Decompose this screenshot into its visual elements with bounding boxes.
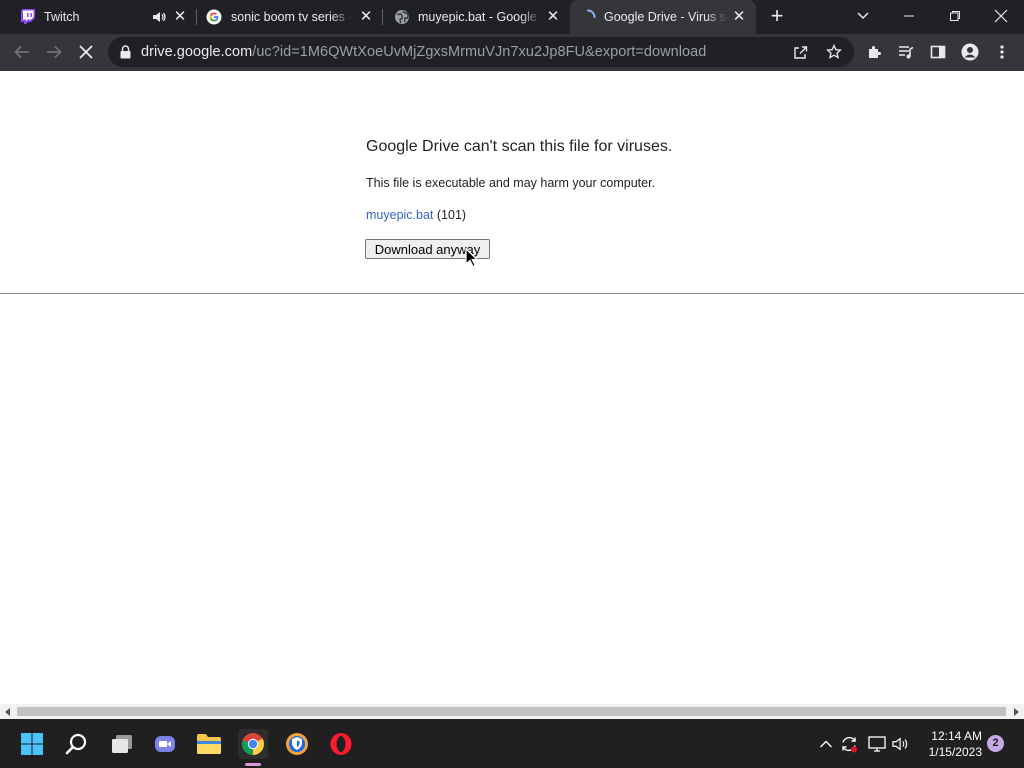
tab-fade — [520, 8, 542, 26]
close-tab-icon[interactable]: ✕ — [545, 9, 561, 25]
address-bar[interactable]: drive.google.com/uc?id=1M6QWtXoeUvMjZgxs… — [108, 37, 854, 67]
menu-dots-icon[interactable] — [990, 40, 1014, 64]
lock-icon[interactable] — [120, 45, 131, 64]
stop-loading-icon[interactable] — [74, 40, 98, 64]
tab-drive-file[interactable]: muyepic.bat - Google Drive ✕ — [384, 0, 568, 34]
active-app-indicator — [245, 763, 261, 766]
mouse-cursor-icon — [465, 248, 479, 268]
minimize-icon[interactable] — [897, 4, 921, 28]
notification-badge[interactable]: 2 — [987, 735, 1004, 752]
scroll-right-icon[interactable] — [1014, 708, 1019, 716]
tab-separator — [382, 9, 383, 25]
teams-chat-icon[interactable] — [150, 729, 180, 759]
restore-icon[interactable] — [943, 4, 967, 28]
google-icon — [206, 9, 222, 25]
tab-strip: Twitch ✕ sonic boom tv series - Google S… — [0, 0, 1024, 34]
scrollbar-thumb[interactable] — [17, 707, 1006, 716]
forward-arrow-icon[interactable] — [42, 40, 66, 64]
tab-twitch[interactable]: Twitch ✕ — [8, 0, 194, 34]
page-content: Google Drive can't scan this file for vi… — [0, 71, 1024, 704]
scroll-left-icon[interactable] — [5, 708, 10, 716]
warning-message: This file is executable and may harm you… — [366, 176, 656, 190]
clock-date: 1/15/2023 — [928, 745, 982, 759]
file-size: (101) — [436, 208, 467, 222]
globe-icon — [394, 9, 410, 25]
twitch-icon — [20, 9, 36, 25]
clock-time: 12:14 AM — [931, 729, 982, 743]
speaker-icon[interactable] — [151, 9, 167, 25]
close-tab-icon[interactable]: ✕ — [731, 9, 747, 25]
file-info: muyepic.bat (101) — [366, 208, 466, 222]
avast-browser-icon[interactable] — [282, 729, 312, 759]
tab-google-search[interactable]: sonic boom tv series - Google Search ✕ — [198, 0, 380, 34]
url-text[interactable]: drive.google.com/uc?id=1M6QWtXoeUvMjZgxs… — [141, 44, 706, 60]
tab-fade — [331, 8, 353, 26]
close-tab-icon[interactable]: ✕ — [172, 9, 188, 25]
warning-title: Google Drive can't scan this file for vi… — [366, 138, 673, 155]
windows-taskbar: 12:14 AM 1/15/2023 2 — [0, 719, 1024, 768]
bookmark-star-icon[interactable] — [823, 41, 845, 63]
url-host: drive.google.com — [141, 44, 253, 60]
browser-toolbar: drive.google.com/uc?id=1M6QWtXoeUvMjZgxs… — [0, 34, 1024, 71]
volume-icon[interactable] — [892, 735, 910, 753]
file-explorer-icon[interactable] — [194, 729, 224, 759]
file-name-link[interactable]: muyepic.bat — [366, 208, 433, 222]
back-arrow-icon[interactable] — [10, 40, 34, 64]
tab-virus-warning[interactable]: Google Drive - Virus scan warning ✕ — [570, 0, 756, 34]
share-icon[interactable] — [790, 41, 812, 63]
extensions-puzzle-icon[interactable] — [862, 40, 886, 64]
sync-icon[interactable] — [840, 735, 858, 753]
task-view-icon[interactable] — [107, 729, 137, 759]
system-clock[interactable]: 12:14 AM 1/15/2023 — [918, 728, 982, 760]
url-path: /uc?id=1M6QWtXoeUvMjZgxsMrmuVJn7xu2Jp8FU… — [252, 44, 707, 60]
tab-search-icon[interactable] — [851, 4, 875, 28]
close-tab-icon[interactable]: ✕ — [358, 9, 374, 25]
search-icon[interactable] — [62, 729, 92, 759]
tab-fade — [706, 8, 728, 26]
show-hidden-icons-chevron-icon[interactable] — [817, 735, 835, 753]
content-divider — [0, 293, 1024, 294]
loading-icon — [580, 9, 596, 25]
tab-title: Twitch — [44, 10, 80, 24]
chrome-icon[interactable] — [238, 729, 268, 759]
new-tab-button[interactable]: + — [766, 5, 788, 28]
start-windows-icon[interactable] — [17, 729, 47, 759]
profile-avatar-icon[interactable] — [958, 40, 982, 64]
horizontal-scrollbar[interactable] — [0, 704, 1024, 719]
network-icon[interactable] — [868, 735, 886, 753]
side-panel-icon[interactable] — [926, 40, 950, 64]
media-control-icon[interactable] — [894, 40, 918, 64]
close-window-icon[interactable] — [989, 4, 1013, 28]
opera-icon[interactable] — [326, 729, 356, 759]
tab-separator — [196, 9, 197, 25]
